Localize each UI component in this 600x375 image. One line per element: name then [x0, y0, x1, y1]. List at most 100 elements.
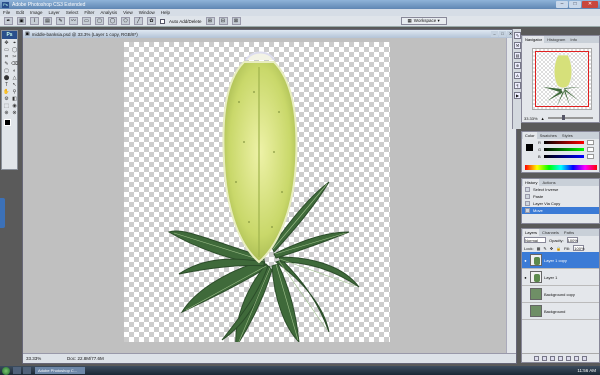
new-layer-icon[interactable] [574, 355, 579, 361]
tab-styles[interactable]: Styles [560, 132, 575, 139]
custom-shape-icon[interactable]: ✿ [147, 17, 156, 25]
taskbar-photoshop-button[interactable]: Adobe Photoshop C... [35, 367, 85, 374]
eyedropper-tool-icon[interactable]: ◧ [11, 96, 18, 102]
layer-comps-icon[interactable]: ▤ [514, 52, 521, 59]
paths-icon[interactable]: ⌇ [30, 17, 39, 25]
tab-paths[interactable]: Paths [562, 229, 576, 236]
stamp-tool-icon[interactable]: ▢ [3, 68, 10, 74]
eraser-tool-icon[interactable]: ⌫ [11, 61, 18, 67]
pen-icon[interactable]: ✎ [56, 17, 65, 25]
dodge-tool-icon[interactable]: ◐ [11, 68, 18, 74]
freeform-pen-icon[interactable]: 〰 [69, 17, 78, 25]
ellipse-shape-icon[interactable]: ◯ [108, 17, 117, 25]
document-title-bar[interactable]: ▣ middle-banksia.psd @ 33.3% (Layer 1 co… [23, 30, 516, 38]
auto-add-delete-checkbox[interactable] [160, 18, 165, 24]
pen-tool-preset-icon[interactable]: ✒ [4, 17, 13, 25]
fill-field[interactable]: 100% [573, 245, 585, 251]
menu-view[interactable]: View [123, 10, 133, 15]
menu-filter[interactable]: Filter [84, 10, 94, 15]
menu-edit[interactable]: Edit [16, 10, 24, 15]
blur-tool-icon[interactable]: ⬤ [3, 75, 10, 81]
navigator-zoom[interactable]: 33.33% [524, 116, 538, 121]
tab-channels[interactable]: Channels [540, 229, 561, 236]
tab-history[interactable]: History [523, 179, 540, 186]
lock-brush-icon[interactable]: ✎ [543, 246, 546, 251]
history-item[interactable]: Select Inverse [522, 186, 599, 193]
workspace-button[interactable]: ▦ Workspace ▾ [400, 17, 447, 25]
foreground-color[interactable] [4, 119, 11, 126]
trash-icon[interactable] [582, 355, 587, 361]
tab-navigator[interactable]: Navigator [523, 36, 545, 43]
navigator-thumbnail[interactable] [532, 48, 592, 110]
3d-tool-icon[interactable]: ⬚ [3, 103, 10, 109]
blue-value-field[interactable] [586, 154, 594, 159]
menu-file[interactable]: File [3, 10, 10, 15]
blend-mode-select[interactable]: Normal [524, 237, 546, 243]
pen-tool-icon[interactable]: △ [11, 75, 18, 81]
history-item[interactable]: Layer Via Copy [522, 200, 599, 207]
menu-layer[interactable]: Layer [49, 10, 60, 15]
maximize-button[interactable]: □ [569, 1, 581, 8]
menu-help[interactable]: Help [161, 10, 170, 15]
green-slider[interactable] [544, 148, 585, 151]
side-dock-tab[interactable] [0, 198, 5, 228]
paragraph-panel-icon[interactable]: ¶ [514, 82, 521, 89]
notes-tool-icon[interactable]: ⚙ [3, 96, 10, 102]
brushes-panel-icon[interactable]: ✎ [514, 32, 521, 39]
tab-color[interactable]: Color [523, 132, 537, 139]
image-canvas[interactable] [124, 42, 390, 349]
eye-icon[interactable]: ● [523, 258, 528, 263]
history-item-selected[interactable]: Move [522, 207, 599, 214]
zoom-out-icon[interactable]: ▲ [541, 116, 545, 121]
crop-tool-icon[interactable]: ⌗ [3, 54, 10, 60]
fill-pixels-icon[interactable]: ▤ [43, 17, 52, 25]
layer-row[interactable]: ● Layer 1 [522, 269, 599, 286]
type-tool-icon[interactable]: T [3, 82, 10, 88]
rounded-rect-shape-icon[interactable]: ▢ [95, 17, 104, 25]
menu-image[interactable]: Image [30, 10, 43, 15]
tool-presets-icon[interactable]: ⚒ [514, 42, 521, 49]
document-info[interactable]: Doc: 22.8M/77.6M [67, 356, 104, 361]
lock-move-icon[interactable]: ✥ [550, 246, 553, 251]
layer-mask-icon[interactable] [550, 355, 555, 361]
menu-select[interactable]: Select [66, 10, 79, 15]
color-swatches[interactable] [2, 119, 17, 133]
tab-info[interactable]: Info [568, 36, 579, 43]
zoom-tool-icon[interactable]: ⚲ [11, 89, 18, 95]
rectangle-shape-icon[interactable]: ▭ [82, 17, 91, 25]
navigator-zoom-slider[interactable] [547, 115, 593, 120]
red-value-field[interactable] [586, 140, 594, 145]
lock-transparent-icon[interactable]: ▦ [537, 246, 541, 251]
line-shape-icon[interactable]: ╱ [134, 17, 143, 25]
quick-launch-icon[interactable] [23, 367, 31, 374]
layer-row[interactable]: ● Layer 1 copy [522, 252, 599, 269]
path-combine-icon[interactable]: ⊞ [205, 17, 215, 25]
color-spectrum-bar[interactable] [525, 165, 597, 170]
slice-tool-icon[interactable]: ✂ [11, 54, 18, 60]
new-group-icon[interactable] [566, 355, 571, 361]
adjustment-layer-icon[interactable] [558, 355, 563, 361]
eye-icon[interactable]: ● [523, 275, 528, 280]
animation-panel-icon[interactable]: ▶ [514, 92, 521, 99]
rect-marquee-tool-icon[interactable]: ▭ [3, 47, 10, 53]
opacity-field[interactable]: 100% [566, 237, 578, 243]
photoshop-logo[interactable]: Ps [2, 31, 17, 39]
green-value-field[interactable] [587, 147, 595, 152]
move-tool-icon[interactable]: ✥ [3, 40, 10, 46]
color-panel-swatch[interactable] [526, 144, 533, 151]
history-item[interactable]: Paste [522, 193, 599, 200]
close-button[interactable]: ✕ [582, 1, 598, 8]
blue-slider[interactable] [543, 155, 584, 158]
shape-layers-icon[interactable]: ▣ [17, 17, 26, 25]
menu-window[interactable]: Window [139, 10, 155, 15]
path-subtract-icon[interactable]: ⊟ [218, 17, 228, 25]
brush-tool-icon[interactable]: ✎ [3, 61, 10, 67]
character-panel-icon[interactable]: A [514, 72, 521, 79]
shape-tool-icon[interactable]: ⊗ [11, 110, 18, 116]
healing-tool-icon[interactable]: ⊕ [3, 110, 10, 116]
lock-all-icon[interactable]: 🔒 [556, 246, 561, 251]
doc-maximize-button[interactable]: □ [499, 31, 506, 37]
menu-analysis[interactable]: Analysis [100, 10, 117, 15]
zoom-level[interactable]: 33.33% [23, 356, 47, 361]
layer-style-icon[interactable] [542, 355, 547, 361]
